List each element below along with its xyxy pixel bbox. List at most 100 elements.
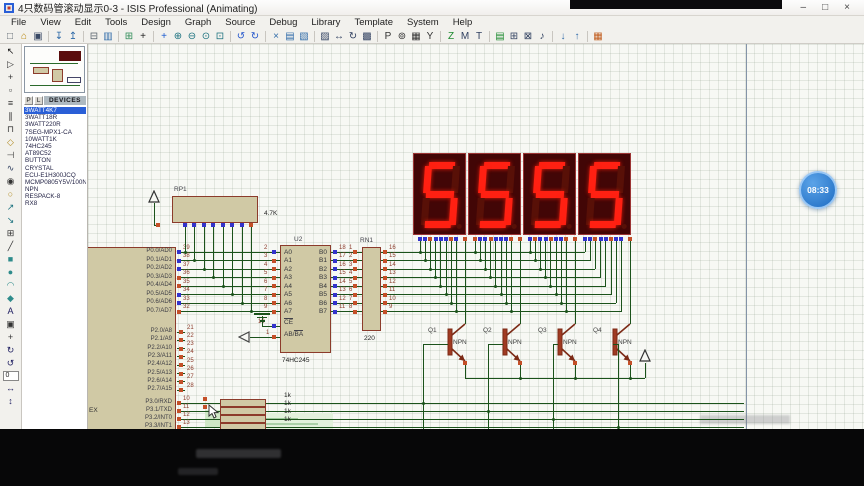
zoom-all-icon[interactable]: ⊙ xyxy=(199,30,213,43)
seven-segment-display-2[interactable] xyxy=(468,153,521,235)
device-item-at89c52[interactable]: AT89C52 xyxy=(24,150,86,157)
print-icon[interactable]: ⊟ xyxy=(87,30,101,43)
device-item-button[interactable]: BUTTON xyxy=(24,157,86,164)
device-item-3watt18r[interactable]: 3WATT18R xyxy=(24,114,86,121)
circle-2d-icon[interactable]: ● xyxy=(3,266,19,279)
component-mode-icon[interactable]: ▷ xyxy=(3,58,19,71)
make-device-icon[interactable]: ⊚ xyxy=(395,30,409,43)
design-explorer-icon[interactable]: ▤ xyxy=(493,30,507,43)
rotate-cw-icon[interactable]: ↻ xyxy=(3,344,19,357)
tape-recorder-icon[interactable]: ◉ xyxy=(3,175,19,188)
open-design-icon[interactable]: ⌂ xyxy=(17,30,31,43)
import-section-icon[interactable]: ↧ xyxy=(52,30,66,43)
selection-tool-icon[interactable]: ↖ xyxy=(3,45,19,58)
new-file-icon[interactable]: □ xyxy=(3,30,17,43)
seven-segment-display-4[interactable] xyxy=(578,153,631,235)
zoom-to-child-icon[interactable]: ↓ xyxy=(556,30,570,43)
property-assignment-icon[interactable]: T xyxy=(472,30,486,43)
device-item-3watt4k7[interactable]: 3WATT4K7 xyxy=(24,107,86,115)
false-origin-icon[interactable]: + xyxy=(136,30,150,43)
seven-segment-display-3[interactable] xyxy=(523,153,576,235)
decompose-icon[interactable]: Y xyxy=(423,30,437,43)
zoom-to-parent-icon[interactable]: ↑ xyxy=(570,30,584,43)
pan-icon[interactable]: + xyxy=(157,30,171,43)
save-design-icon[interactable]: ▣ xyxy=(31,30,45,43)
component-resistor-1k[interactable] xyxy=(220,415,266,423)
device-item-10watt1k[interactable]: 10WATT1K xyxy=(24,136,86,143)
device-item-3watt220r[interactable]: 3WATT220R xyxy=(24,121,86,128)
subcircuit-icon[interactable]: ⊓ xyxy=(3,123,19,136)
device-item-crystal[interactable]: CRYSTAL xyxy=(24,165,86,172)
paste-icon[interactable]: ▧ xyxy=(297,30,311,43)
seven-segment-display-1[interactable] xyxy=(413,153,466,235)
mark-output-area-icon[interactable]: ▥ xyxy=(101,30,115,43)
device-item-npn[interactable]: NPN xyxy=(24,186,86,193)
menu-library[interactable]: Library xyxy=(304,16,347,29)
mirror-horizontal-icon[interactable]: ↔ xyxy=(3,382,19,395)
block-move-icon[interactable]: ↔ xyxy=(332,30,346,43)
device-item-mcmp0805y5v/100n[interactable]: MCMP0805Y5V/100N xyxy=(24,179,86,186)
search-tag-icon[interactable]: M xyxy=(458,30,472,43)
remove-sheet-icon[interactable]: ⊠ xyxy=(521,30,535,43)
copy-icon[interactable]: ▤ xyxy=(283,30,297,43)
library-manager-button[interactable]: L xyxy=(34,96,43,105)
component-resistor-1k[interactable] xyxy=(220,399,266,407)
device-item-rx8[interactable]: RX8 xyxy=(24,200,86,207)
export-section-icon[interactable]: ↥ xyxy=(66,30,80,43)
block-delete-icon[interactable]: ▩ xyxy=(360,30,374,43)
generator-mode-icon[interactable]: ○ xyxy=(3,188,19,201)
toggle-grid-icon[interactable]: ⊞ xyxy=(122,30,136,43)
video-time-badge[interactable]: 08:33 xyxy=(799,171,837,209)
cut-icon[interactable]: × xyxy=(269,30,283,43)
arc-2d-icon[interactable]: ◠ xyxy=(3,279,19,292)
marker-2d-icon[interactable]: + xyxy=(3,331,19,344)
symbol-2d-icon[interactable]: ▣ xyxy=(3,318,19,331)
menu-help[interactable]: Help xyxy=(446,16,480,29)
packaging-tool-icon[interactable]: ▦ xyxy=(409,30,423,43)
path-2d-icon[interactable]: ◆ xyxy=(3,292,19,305)
goto-sheet-icon[interactable]: ♪ xyxy=(535,30,549,43)
zoom-in-icon[interactable]: ⊕ xyxy=(171,30,185,43)
schematic-canvas[interactable]: EX P0.0/AD0 39 P0.1/AD1 38 P0.2/AD2 37 P0.3/AD3… xyxy=(88,44,864,430)
maximize-button[interactable]: □ xyxy=(822,2,828,13)
virtual-instruments-icon[interactable]: ⊞ xyxy=(3,227,19,240)
angle-field[interactable]: 0 xyxy=(2,371,19,381)
device-item-ecu-e1h300jcq[interactable]: ECU-E1H300JCQ xyxy=(24,172,86,179)
netlist-to-ares-icon[interactable]: ▦ xyxy=(591,30,605,43)
line-2d-icon[interactable]: ╱ xyxy=(3,240,19,253)
minimize-button[interactable]: – xyxy=(801,2,807,13)
junction-dot-icon[interactable]: + xyxy=(3,71,19,84)
menu-file[interactable]: File xyxy=(4,16,33,29)
bus-mode-icon[interactable]: ∥ xyxy=(3,110,19,123)
preview-thumbnail[interactable] xyxy=(24,46,85,93)
device-item-respack-8[interactable]: RESPACK-8 xyxy=(24,193,86,200)
menu-template[interactable]: Template xyxy=(347,16,400,29)
menu-view[interactable]: View xyxy=(33,16,67,29)
zoom-area-icon[interactable]: ⊡ xyxy=(213,30,227,43)
text-2d-icon[interactable]: A xyxy=(3,305,19,318)
block-rotate-icon[interactable]: ↻ xyxy=(346,30,360,43)
wire-autorouter-icon[interactable]: Z xyxy=(444,30,458,43)
new-sheet-icon[interactable]: ⊞ xyxy=(507,30,521,43)
menu-edit[interactable]: Edit xyxy=(68,16,98,29)
component-rn1-network[interactable] xyxy=(362,247,381,331)
pick-parts-icon[interactable]: P xyxy=(381,30,395,43)
mirror-vertical-icon[interactable]: ↕ xyxy=(3,395,19,408)
close-button[interactable]: × xyxy=(844,2,850,13)
menu-design[interactable]: Design xyxy=(134,16,178,29)
voltage-probe-icon[interactable]: ↗ xyxy=(3,201,19,214)
menu-source[interactable]: Source xyxy=(218,16,262,29)
current-probe-icon[interactable]: ↘ xyxy=(3,214,19,227)
menu-tools[interactable]: Tools xyxy=(98,16,134,29)
undo-icon[interactable]: ↺ xyxy=(234,30,248,43)
device-item-7seg-mpx1-ca[interactable]: 7SEG-MPX1-CA xyxy=(24,129,86,136)
terminal-mode-icon[interactable]: ◇ xyxy=(3,136,19,149)
redo-icon[interactable]: ↻ xyxy=(248,30,262,43)
device-item-74hc245[interactable]: 74HC245 xyxy=(24,143,86,150)
device-pin-icon[interactable]: ⊣ xyxy=(3,149,19,162)
component-rp1-respack[interactable] xyxy=(172,196,258,223)
text-script-icon[interactable]: ≡ xyxy=(3,97,19,110)
wire-label-icon[interactable]: ▫ xyxy=(3,84,19,97)
menu-system[interactable]: System xyxy=(400,16,446,29)
block-copy-icon[interactable]: ▨ xyxy=(318,30,332,43)
